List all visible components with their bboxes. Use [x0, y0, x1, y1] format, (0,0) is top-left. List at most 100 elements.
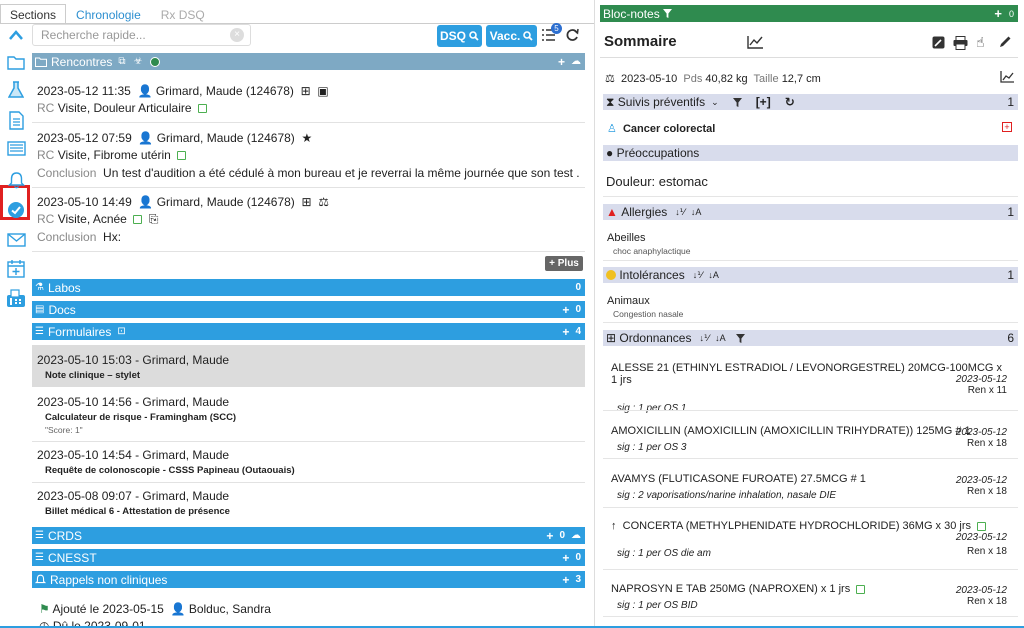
pane-divider[interactable]	[594, 0, 595, 628]
add-icon[interactable]: +	[558, 55, 565, 69]
suivi-item[interactable]: ♙ Cancer colorectal	[607, 122, 715, 135]
add-square-icon[interactable]: +	[1002, 122, 1012, 132]
fax-icon[interactable]	[5, 287, 27, 309]
note-icon[interactable]	[977, 521, 987, 531]
form-template-icon[interactable]: ⊡	[117, 326, 125, 337]
bell-icon[interactable]	[5, 169, 27, 191]
divider	[603, 458, 1018, 459]
calendar-add-icon[interactable]	[5, 257, 27, 279]
prescription-item[interactable]: AMOXICILLIN (AMOXICILLIN (AMOXICILLIN TR…	[611, 425, 1007, 453]
form-item-date: 2023-05-10 14:56 - Grimard, Maude	[37, 395, 230, 409]
filter-icon[interactable]	[662, 9, 672, 18]
more-button[interactable]: + Plus	[545, 256, 583, 271]
form-list-item[interactable]: 2023-05-08 09:07 - Grimard, Maude Billet…	[32, 489, 585, 517]
hand-pointer-icon[interactable]: ☝	[976, 34, 985, 51]
bloc-notes-header[interactable]: Bloc-notes + 0	[600, 5, 1018, 22]
add-icon[interactable]: +	[562, 551, 569, 565]
tab-chronologie[interactable]: Chronologie	[66, 4, 151, 24]
vitals-row: ⚖ 2023-05-10 Pds 40,82 kg Taille 12,7 cm	[605, 72, 821, 85]
chevron-down-icon[interactable]: ⌄	[711, 97, 719, 108]
mail-icon[interactable]	[5, 229, 27, 251]
add-icon[interactable]: +	[562, 325, 569, 339]
encounter-header[interactable]: 2023-05-12 07:59 👤 Grimard, Maude (12467…	[37, 131, 312, 145]
crds-bar[interactable]: ☰ CRDS + 0 ☁	[32, 527, 585, 544]
cloud-upload-icon[interactable]: ☁	[571, 530, 581, 541]
cnesst-count: 0	[575, 552, 581, 563]
document-icon[interactable]	[5, 109, 27, 131]
folder-icon[interactable]	[5, 51, 27, 73]
add-suivi-button[interactable]: [+]	[756, 95, 771, 109]
chart-line-icon[interactable]	[747, 35, 764, 52]
reminder-item[interactable]: ⚑ Ajouté le 2023-05-15 👤 Bolduc, Sandra	[39, 602, 271, 616]
sort-numeric-down-icon[interactable]: ↓⅟	[693, 270, 703, 281]
filter-icon[interactable]	[732, 97, 742, 107]
globe-icon[interactable]	[150, 56, 161, 67]
dsq-button[interactable]: DSQ	[437, 25, 482, 47]
labos-bar[interactable]: ⚗ Labos 0	[32, 279, 585, 296]
numbered-list-icon[interactable]: 5	[541, 23, 562, 46]
sort-alpha-down-icon[interactable]: ↓A	[691, 207, 702, 217]
documents-icon[interactable]: ⎘	[146, 212, 159, 226]
rappels-bar[interactable]: Rappels non cliniques + 3	[32, 571, 585, 588]
pencil-icon[interactable]	[999, 35, 1012, 51]
vacc-button[interactable]: Vacc.	[486, 25, 537, 47]
divider	[32, 441, 585, 442]
sort-alpha-down-icon[interactable]: ↓A	[715, 333, 726, 343]
print-icon[interactable]	[953, 36, 968, 53]
rencontres-bar[interactable]: Rencontres ⧉ ☣ + ☁	[32, 53, 585, 70]
medical-kit-icon: ⊞	[297, 84, 311, 98]
copy-icon[interactable]: ⧉	[118, 56, 125, 67]
preoccupations-title: Préoccupations	[616, 146, 700, 160]
add-icon[interactable]: +	[562, 573, 569, 587]
encounter-header[interactable]: 2023-05-10 14:49 👤 Grimard, Maude (12467…	[37, 195, 329, 209]
refresh-icon[interactable]	[565, 28, 579, 45]
check-circle-icon[interactable]	[5, 199, 27, 221]
prescription-item[interactable]: NAPROSYN E TAB 250MG (NAPROXEN) x 1 jrs …	[611, 583, 1007, 611]
prescription-item[interactable]: ↑ CONCERTA (METHYLPHENIDATE HYDROCHLORID…	[611, 520, 1007, 559]
note-icon[interactable]	[133, 215, 143, 225]
preoccupation-item[interactable]: Douleur: estomac	[606, 174, 708, 189]
chart-edit-icon[interactable]	[1000, 70, 1015, 86]
search-input[interactable]: Recherche rapide...	[32, 24, 251, 46]
suivis-bar[interactable]: ⧗ Suivis préventifs ⌄ [+] ↻ 1	[603, 94, 1018, 110]
docs-bar[interactable]: ▤ Docs + 0	[32, 301, 585, 318]
prescription-item[interactable]: AVAMYS (FLUTICASONE FUROATE) 27.5MCG # 1…	[611, 473, 1007, 501]
form-list-item[interactable]: 2023-05-10 14:56 - Grimard, Maude Calcul…	[32, 395, 585, 435]
sort-numeric-down-icon[interactable]: ↓⅟	[675, 207, 685, 218]
prescription-date: 2023-05-12	[955, 532, 1007, 543]
encounter-header[interactable]: 2023-05-12 11:35 👤 Grimard, Maude (12467…	[37, 84, 329, 98]
edit-box-icon[interactable]	[932, 36, 945, 52]
note-icon[interactable]	[856, 584, 866, 594]
prescription-sig: sig : 1 per OS die am	[617, 548, 711, 559]
cloud-upload-icon[interactable]: ☁	[571, 56, 581, 67]
intolerance-item[interactable]: Animaux Congestion nasale	[607, 295, 683, 319]
intolerances-title: Intolérances	[619, 268, 685, 282]
add-icon[interactable]: +	[994, 6, 1002, 21]
biohazard-icon[interactable]: ☣	[134, 56, 143, 67]
form-list-icon[interactable]	[5, 137, 27, 159]
preoccupations-bar[interactable]: ● Préoccupations	[603, 145, 1018, 161]
refresh-icon[interactable]: ↻	[785, 95, 795, 109]
allergies-bar[interactable]: ▲ Allergies ↓⅟ ↓A 1	[603, 204, 1018, 220]
clear-search-icon[interactable]: ×	[230, 28, 244, 42]
flask-icon[interactable]	[5, 79, 27, 101]
ordonnances-bar[interactable]: ⊞ Ordonnances ↓⅟ ↓A 6	[603, 330, 1018, 346]
chevron-up-icon[interactable]	[5, 24, 27, 46]
cnesst-bar[interactable]: ☰ CNESST + 0	[32, 549, 585, 566]
rencontres-title: Rencontres	[51, 54, 113, 69]
filter-icon[interactable]	[735, 333, 745, 343]
add-icon[interactable]: +	[546, 529, 553, 543]
allergy-item[interactable]: Abeilles choc anaphylactique	[607, 232, 691, 256]
tab-sections[interactable]: Sections	[0, 4, 67, 24]
form-list-item[interactable]: 2023-05-10 14:54 - Grimard, Maude Requêt…	[32, 448, 585, 476]
prescription-item[interactable]: ALESSE 21 (ETHINYL ESTRADIOL / LEVONORGE…	[611, 362, 1007, 414]
add-icon[interactable]: +	[562, 303, 569, 317]
sort-alpha-down-icon[interactable]: ↓A	[708, 270, 719, 280]
tab-rx-dsq[interactable]: Rx DSQ	[151, 4, 215, 24]
sort-numeric-down-icon[interactable]: ↓⅟	[699, 333, 709, 344]
note-icon[interactable]	[177, 151, 187, 161]
intolerances-bar[interactable]: Intolérances ↓⅟ ↓A 1	[603, 267, 1018, 283]
formulaires-bar[interactable]: ☰ Formulaires ⊡ + 4	[32, 323, 585, 340]
form-list-item[interactable]: 2023-05-10 15:03 - Grimard, Maude Note c…	[32, 345, 585, 387]
note-icon[interactable]	[197, 104, 207, 114]
